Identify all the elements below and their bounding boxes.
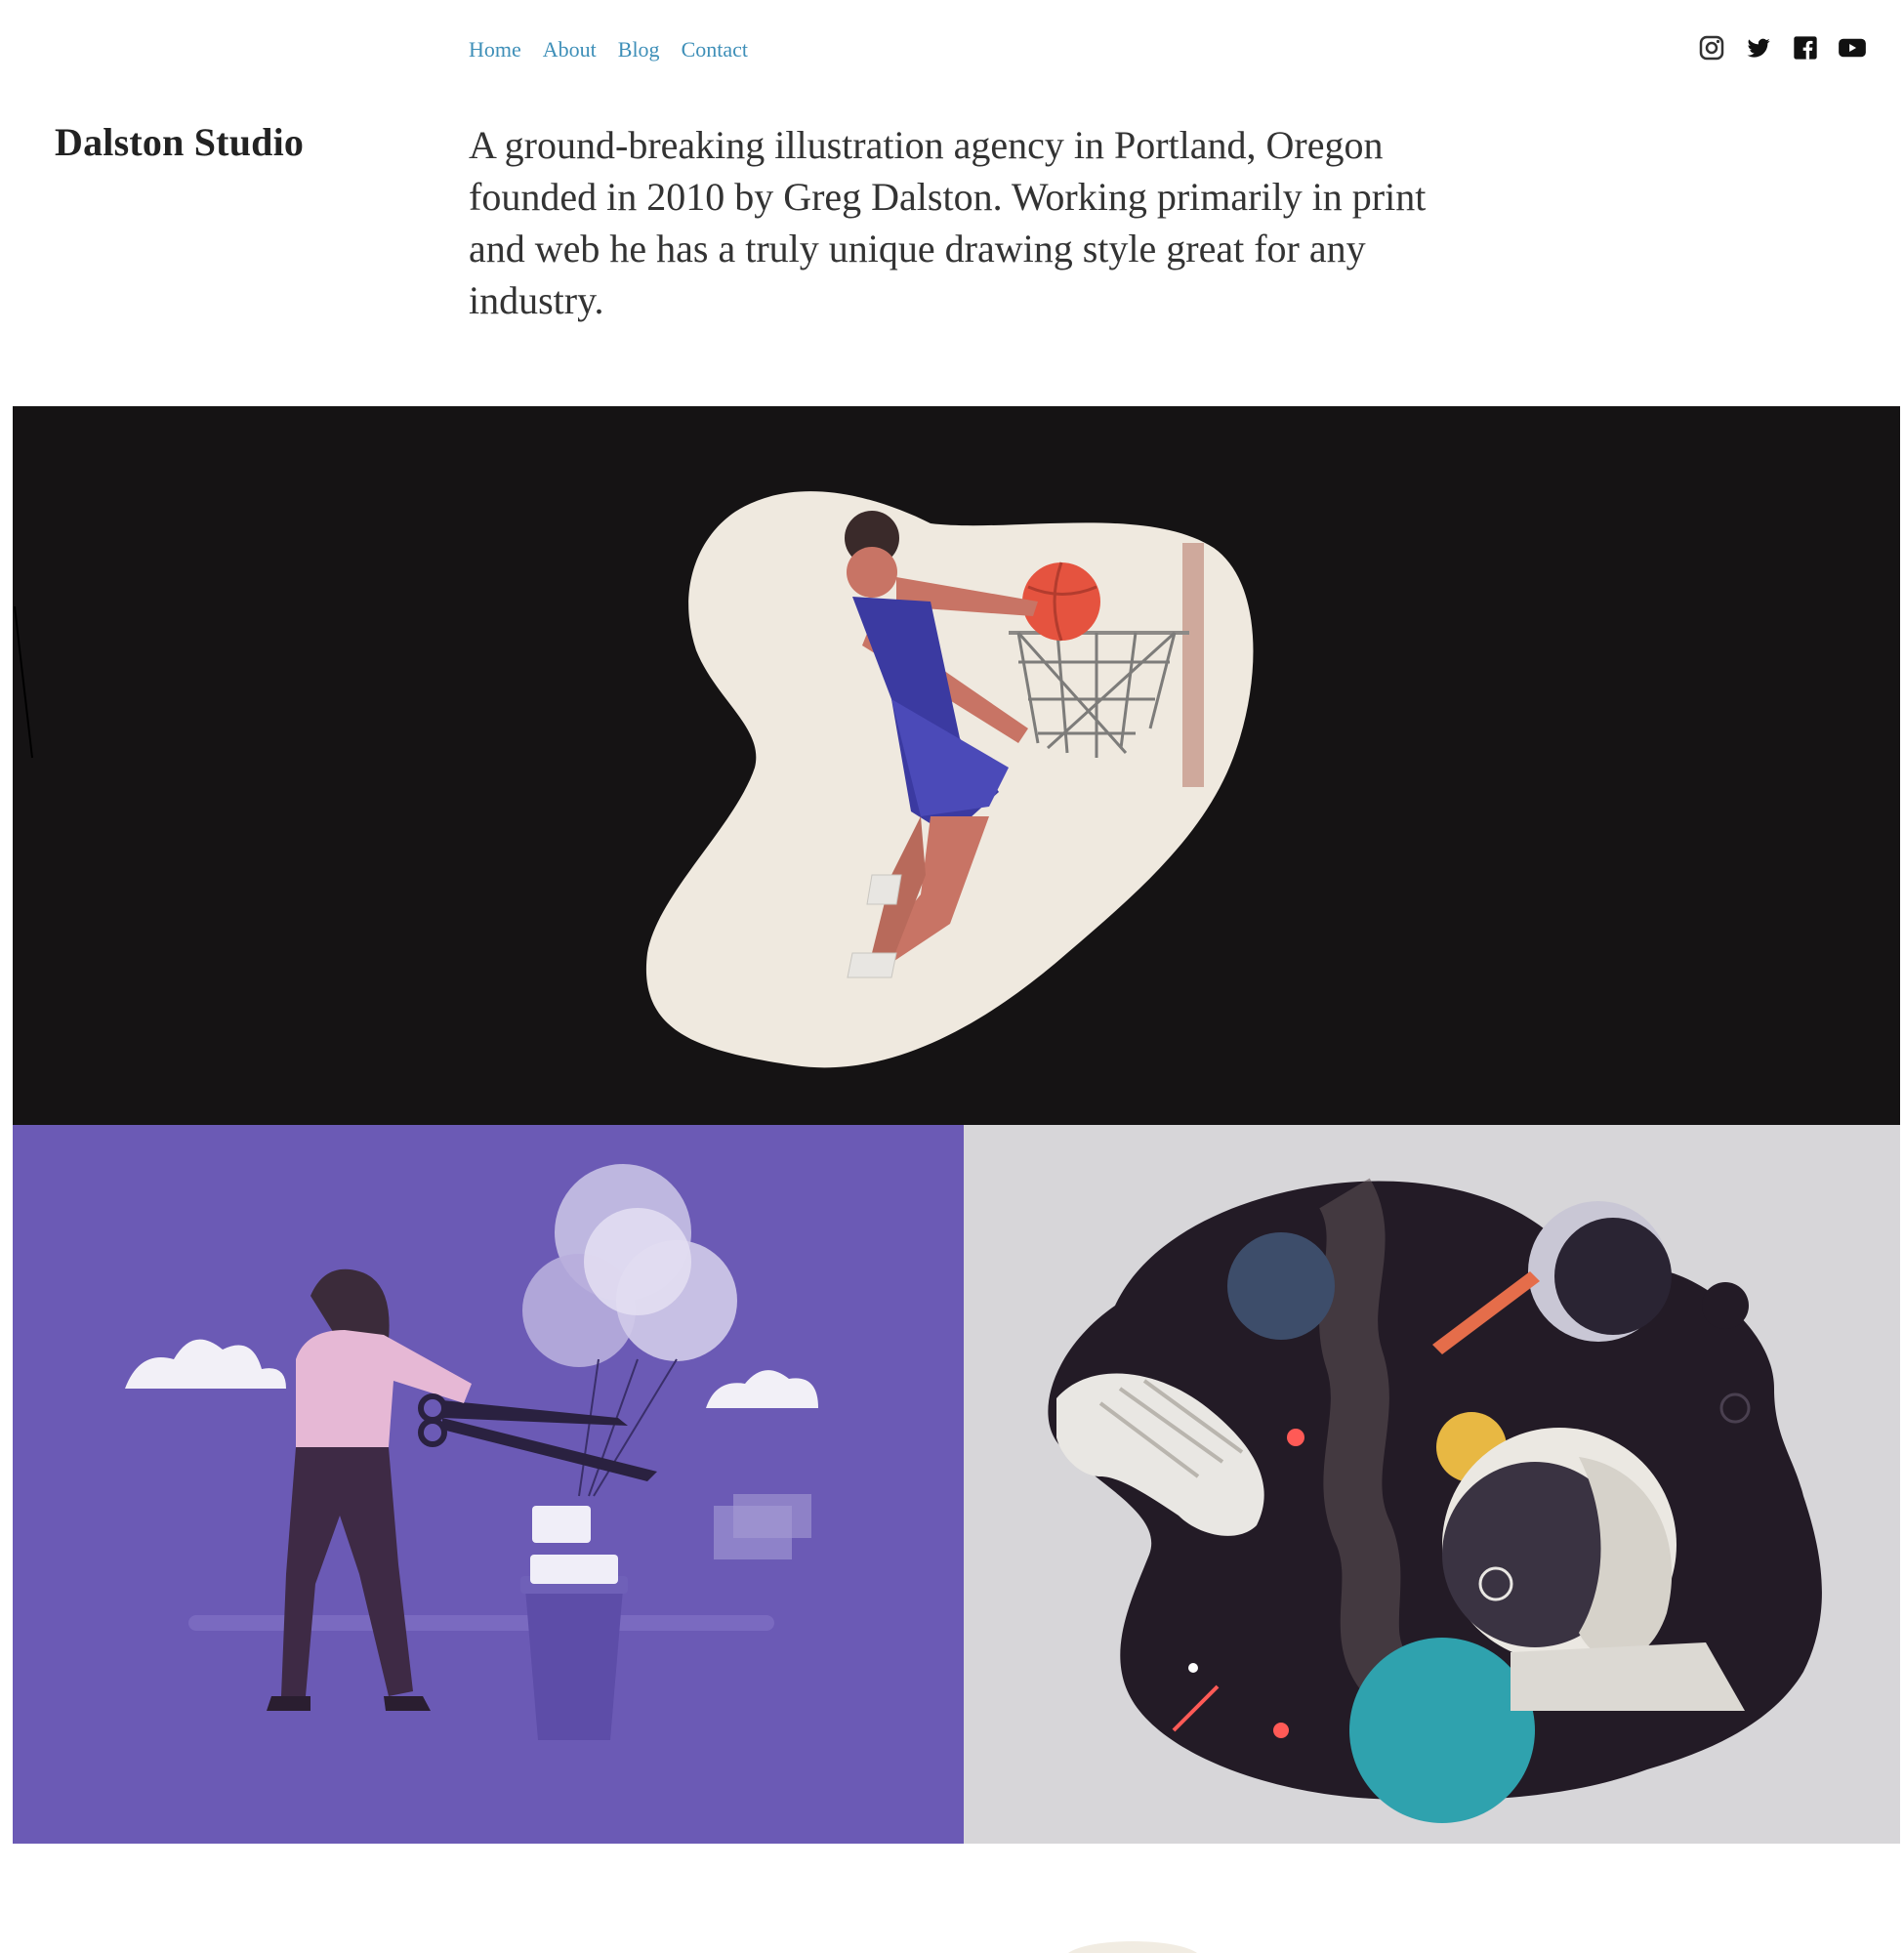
social-links (1697, 33, 1867, 62)
woman-cutting-balloons-illustration (125, 1164, 818, 1740)
intro-paragraph: A ground-breaking illustration agency in… (469, 123, 1427, 322)
gallery-item-balloons[interactable] (13, 1125, 964, 1844)
facebook-icon[interactable] (1791, 33, 1820, 62)
youtube-icon[interactable] (1838, 33, 1867, 62)
instagram-icon[interactable] (1697, 33, 1726, 62)
next-section-preview (0, 1844, 1904, 1953)
main-nav: Home About Blog Contact (469, 37, 748, 62)
gallery-item-space[interactable] (964, 1125, 1900, 1844)
site-title[interactable]: Dalston Studio (55, 119, 304, 165)
nav-home-link[interactable]: Home (469, 37, 521, 62)
nav-blog-link[interactable]: Blog (618, 37, 660, 62)
basketball-player-illustration (14, 491, 1254, 1068)
gallery-item-basketball[interactable] (13, 406, 1900, 1125)
nav-contact-link[interactable]: Contact (682, 37, 748, 62)
space-astronaut-illustration (1048, 1178, 1822, 1823)
twitter-icon[interactable] (1744, 33, 1773, 62)
nav-about-link[interactable]: About (543, 37, 597, 62)
